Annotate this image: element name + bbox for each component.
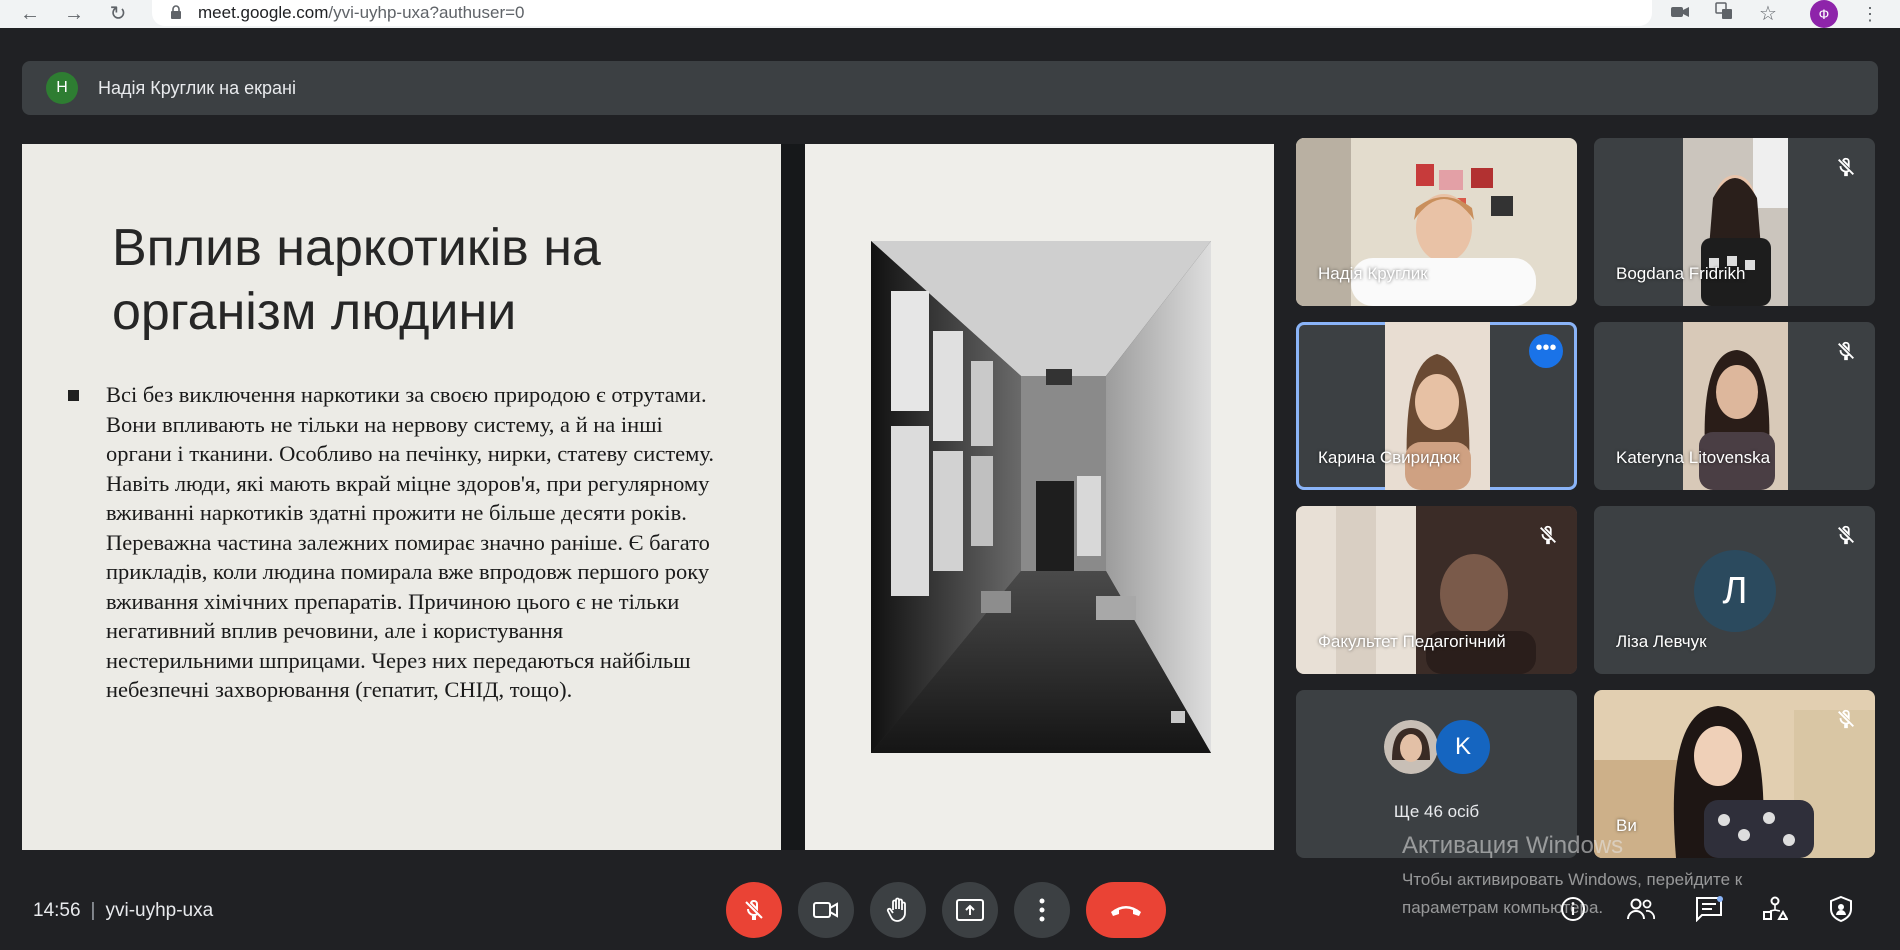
more-vert-icon [1039, 898, 1045, 922]
raise-hand-button[interactable] [870, 882, 926, 938]
meeting-code: yvi-uyhp-uxa [105, 900, 214, 921]
participant-thumbnail-initial: K [1436, 720, 1490, 774]
browser-menu-icon[interactable]: ⋮ [1858, 2, 1882, 26]
shield-icon [1830, 895, 1852, 923]
participant-tile[interactable]: Надія Круглик [1296, 138, 1577, 306]
participant-tile[interactable]: Bogdana Fridrikh [1594, 138, 1875, 306]
slide-body-text: Всі без виключення наркотики за своєю пр… [106, 382, 714, 702]
translate-icon[interactable] [1712, 2, 1736, 26]
more-options-button[interactable]: ••• [1529, 334, 1563, 368]
bullet-square-icon [68, 390, 79, 401]
participant-tile[interactable]: Kateryna Litovenska [1594, 322, 1875, 490]
leave-call-button[interactable] [1086, 882, 1166, 938]
participant-name: Надія Круглик [1318, 264, 1428, 283]
participant-thumbnail [1384, 720, 1438, 774]
profile-avatar[interactable]: Ф [1810, 0, 1838, 28]
meeting-separator: | [90, 900, 96, 921]
camera-indicator-icon[interactable] [1668, 2, 1692, 26]
lock-icon [170, 5, 182, 19]
mic-off-icon [745, 900, 763, 920]
videocam-icon [813, 902, 838, 918]
shared-slide-text-panel: Вплив наркотиків на організм людини Всі … [22, 144, 781, 850]
participant-name: Bogdana Fridrikh [1616, 264, 1746, 283]
forward-arrow-icon[interactable]: → [62, 2, 86, 26]
meeting-time: 14:56 [33, 900, 81, 921]
participant-name: Факультет Педагогічний [1318, 632, 1506, 651]
mic-off-icon [1838, 157, 1854, 177]
self-tile[interactable]: Ви [1594, 690, 1875, 858]
mic-off-icon [1838, 709, 1854, 729]
participant-tile[interactable]: Факультет Педагогічний [1296, 506, 1577, 674]
mic-off-icon [1838, 341, 1854, 361]
more-options-button[interactable] [1014, 882, 1070, 938]
more-participants-label: Ще 46 осіб [1393, 802, 1480, 821]
url-text[interactable]: meet.google.com/yvi-uyhp-uxa?authuser=0 [198, 3, 525, 23]
mic-off-icon [1540, 525, 1556, 545]
present-screen-button[interactable] [942, 882, 998, 938]
call-end-icon [1111, 906, 1141, 916]
hand-icon [886, 897, 906, 922]
participant-tile-selected[interactable]: ••• Карина Свиридюк [1296, 322, 1577, 490]
shared-slide-image-panel [805, 144, 1274, 850]
participant-avatar: Л [1694, 550, 1776, 632]
participant-name: Ліза Левчук [1616, 632, 1707, 651]
presenter-avatar: Н [46, 72, 78, 104]
reload-icon[interactable]: ↻ [106, 2, 130, 26]
participant-name: Карина Свиридюк [1318, 448, 1460, 467]
camera-toggle-button[interactable] [798, 882, 854, 938]
corridor-photo [871, 241, 1211, 753]
presenter-label: Надія Круглик на екрані [98, 78, 296, 98]
windows-activation-title: Активация Windows [1402, 832, 1624, 859]
participant-tile[interactable]: Л Ліза Левчук [1594, 506, 1875, 674]
presentation-banner: Н Надія Круглик на екрані [22, 61, 1878, 115]
slide-title: Вплив наркотиків на організм людини [112, 219, 601, 341]
windows-activation-text: Чтобы активировать Windows, перейдите к … [1402, 870, 1743, 917]
slide-divider [781, 144, 805, 850]
meeting-time-and-code: 14:56 | yvi-uyhp-uxa [33, 900, 213, 922]
participant-name: Kateryna Litovenska [1616, 448, 1771, 467]
host-controls-button[interactable] [1822, 890, 1860, 928]
microphone-toggle-button[interactable] [726, 882, 782, 938]
browser-toolbar: ← → ↻ meet.google.com/yvi-uyhp-uxa?authu… [0, 0, 1900, 28]
mic-off-icon [1838, 525, 1854, 545]
present-to-all-icon [956, 899, 984, 921]
back-arrow-icon[interactable]: ← [18, 2, 42, 26]
bookmark-star-icon[interactable]: ☆ [1756, 2, 1780, 26]
